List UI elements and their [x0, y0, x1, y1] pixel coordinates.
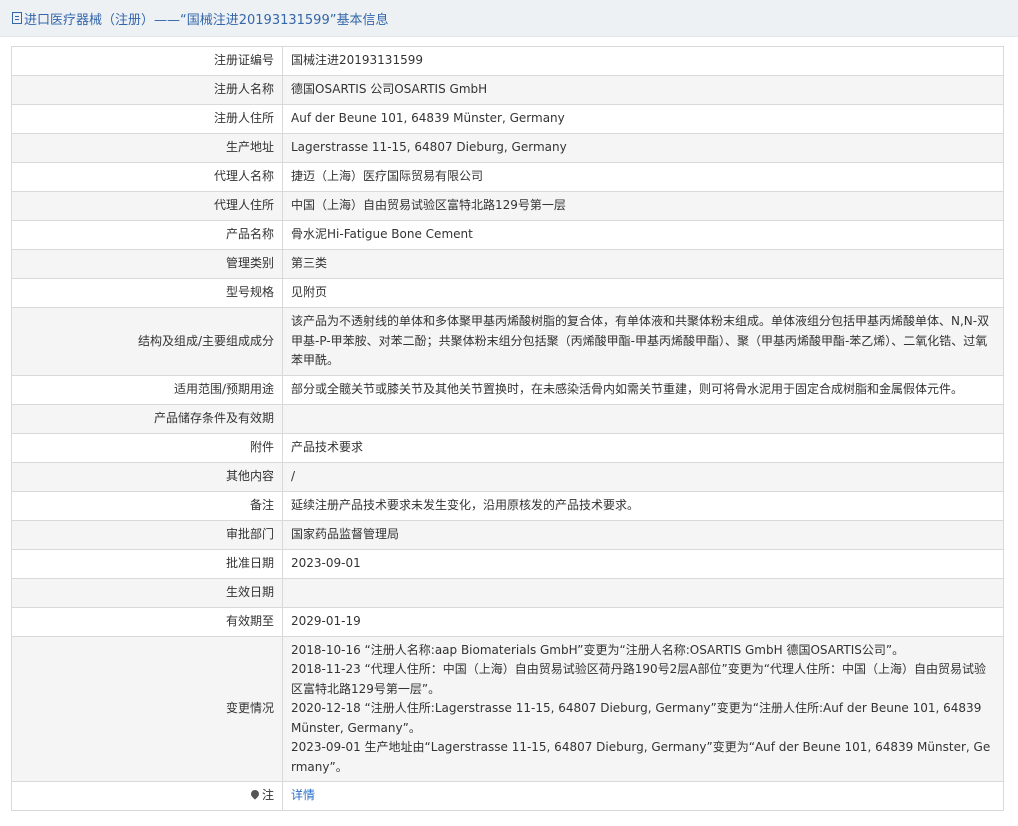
table-row: 生效日期 [11, 577, 1004, 608]
row-value: 第三类 [282, 249, 1004, 279]
change-entry: 2018-10-16 “注册人名称:aap Biomaterials GmbH”… [291, 642, 905, 657]
table-row: 结构及组成/主要组成成分 该产品为不透射线的单体和多体聚甲基丙烯酸树脂的复合体，… [11, 307, 1004, 376]
table-row: 注册证编号 国械注进20193131599 [11, 46, 1004, 76]
row-value: Lagerstrasse 11-15, 64807 Dieburg, Germa… [282, 133, 1004, 163]
location-pin-icon [249, 788, 261, 800]
row-label: 有效期至 [11, 606, 283, 637]
document-icon [12, 12, 22, 24]
row-value: 产品技术要求 [282, 432, 1004, 463]
change-entry: 2018-11-23 “代理人住所：中国（上海）自由贸易试验区荷丹路190号2层… [291, 662, 986, 696]
row-label: 生产地址 [11, 133, 283, 163]
change-entry: 2020-12-18 “注册人住所:Lagerstrasse 11-15, 64… [291, 701, 982, 735]
table-row: 注册人住所 Auf der Beune 101, 64839 Münster, … [11, 104, 1004, 134]
change-entry: 2023-09-01 生产地址由“Lagerstrasse 11-15, 648… [291, 740, 991, 774]
row-value: / [282, 461, 1004, 492]
table-row-note: 注 详情 [11, 781, 1004, 811]
row-label: 产品储存条件及有效期 [11, 403, 283, 434]
row-label: 注册证编号 [11, 46, 283, 76]
row-value [282, 577, 1004, 608]
row-label: 其他内容 [11, 461, 283, 492]
table-row: 审批部门 国家药品监督管理局 [11, 519, 1004, 550]
changes-label: 变更情况 [11, 635, 283, 782]
row-label: 型号规格 [11, 278, 283, 308]
row-value: 德国OSARTIS 公司OSARTIS GmbH [282, 75, 1004, 105]
table-row: 其他内容 / [11, 461, 1004, 492]
table-row: 代理人名称 捷迈（上海）医疗国际贸易有限公司 [11, 162, 1004, 192]
info-table: 注册证编号 国械注进20193131599 注册人名称 德国OSARTIS 公司… [11, 46, 1004, 811]
table-row: 产品名称 骨水泥Hi-Fatigue Bone Cement [11, 220, 1004, 250]
row-label: 备注 [11, 490, 283, 521]
page-title: 进口医疗器械（注册）——“国械注进20193131599”基本信息 [24, 12, 389, 28]
row-value [282, 403, 1004, 434]
note-value: 详情 [282, 781, 1004, 811]
table-row-changes: 变更情况 2018-10-16 “注册人名称:aap Biomaterials … [11, 635, 1004, 782]
row-value: 部分或全髋关节或膝关节及其他关节置换时，在未感染活骨内如需关节重建，则可将骨水泥… [282, 374, 1004, 405]
row-value: 国家药品监督管理局 [282, 519, 1004, 550]
row-label: 结构及组成/主要组成成分 [11, 307, 283, 376]
row-value: Auf der Beune 101, 64839 Münster, German… [282, 104, 1004, 134]
table-row: 代理人住所 中国（上海）自由贸易试验区富特北路129号第一层 [11, 191, 1004, 221]
row-label: 批准日期 [11, 548, 283, 579]
table-row: 备注 延续注册产品技术要求未发生变化，沿用原核发的产品技术要求。 [11, 490, 1004, 521]
note-label-cell: 注 [11, 781, 283, 811]
table-row: 有效期至 2029-01-19 [11, 606, 1004, 637]
row-value: 中国（上海）自由贸易试验区富特北路129号第一层 [282, 191, 1004, 221]
row-label: 产品名称 [11, 220, 283, 250]
row-value: 捷迈（上海）医疗国际贸易有限公司 [282, 162, 1004, 192]
row-label: 生效日期 [11, 577, 283, 608]
table-row: 批准日期 2023-09-01 [11, 548, 1004, 579]
row-value: 该产品为不透射线的单体和多体聚甲基丙烯酸树脂的复合体，有单体液和共聚体粉末组成。… [282, 307, 1004, 376]
row-value: 延续注册产品技术要求未发生变化，沿用原核发的产品技术要求。 [282, 490, 1004, 521]
row-value: 国械注进20193131599 [282, 46, 1004, 76]
row-value: 见附页 [282, 278, 1004, 308]
table-row: 管理类别 第三类 [11, 249, 1004, 279]
row-label: 代理人住所 [11, 191, 283, 221]
row-label: 注册人住所 [11, 104, 283, 134]
table-row: 注册人名称 德国OSARTIS 公司OSARTIS GmbH [11, 75, 1004, 105]
row-label: 附件 [11, 432, 283, 463]
table-row: 适用范围/预期用途 部分或全髋关节或膝关节及其他关节置换时，在未感染活骨内如需关… [11, 374, 1004, 405]
row-value: 2029-01-19 [282, 606, 1004, 637]
table-row: 附件 产品技术要求 [11, 432, 1004, 463]
row-label: 注册人名称 [11, 75, 283, 105]
row-label: 代理人名称 [11, 162, 283, 192]
table-row: 生产地址 Lagerstrasse 11-15, 64807 Dieburg, … [11, 133, 1004, 163]
row-value: 2023-09-01 [282, 548, 1004, 579]
table-row: 产品储存条件及有效期 [11, 403, 1004, 434]
row-value: 骨水泥Hi-Fatigue Bone Cement [282, 220, 1004, 250]
note-label: 注 [261, 788, 274, 803]
detail-link[interactable]: 详情 [291, 788, 315, 802]
page-title-bar: 进口医疗器械（注册）——“国械注进20193131599”基本信息 [0, 0, 1018, 37]
table-row: 型号规格 见附页 [11, 278, 1004, 308]
changes-value: 2018-10-16 “注册人名称:aap Biomaterials GmbH”… [282, 635, 1004, 782]
row-label: 适用范围/预期用途 [11, 374, 283, 405]
row-label: 审批部门 [11, 519, 283, 550]
row-label: 管理类别 [11, 249, 283, 279]
